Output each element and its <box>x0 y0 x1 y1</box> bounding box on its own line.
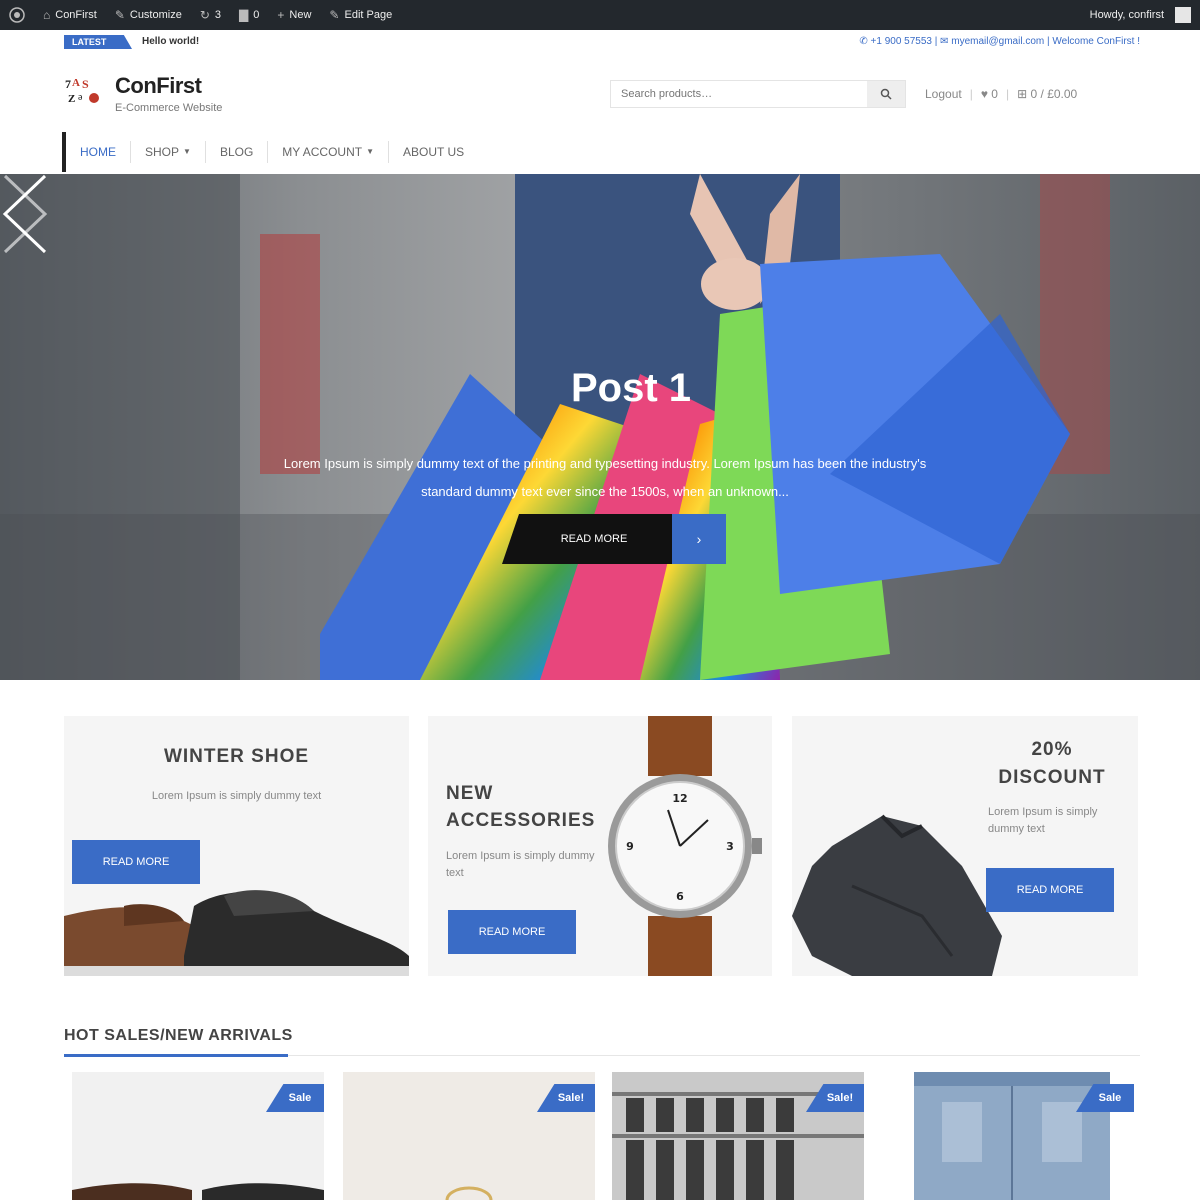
promo-text: Lorem Ipsum is simply dummy text <box>151 790 322 802</box>
top-info-bar: LATEST Hello world! ✆ +1 900 57553 | ✉ m… <box>0 30 1200 56</box>
cart-total: 0 / £0.00 <box>1030 87 1078 101</box>
section-heading: HOT SALES/NEW ARRIVALS <box>64 1022 1140 1057</box>
nav-item-home[interactable]: HOME <box>66 141 131 163</box>
admin-updates-count: 3 <box>214 9 222 21</box>
promo-card-winter-shoe: WINTER SHOE Lorem Ipsum is simply dummy … <box>64 716 409 976</box>
nav-label: ABOUT US <box>403 145 465 159</box>
slide-text: Lorem Ipsum is simply dummy text of the … <box>283 456 927 499</box>
promo-title: WINTER SHOE <box>163 746 310 767</box>
admin-edit-page-label: Edit Page <box>344 9 393 21</box>
arrow-right-icon: › <box>672 514 726 564</box>
slide-read-more-button[interactable]: READ MORE › <box>502 514 726 564</box>
svg-text:3: 3 <box>726 840 734 853</box>
header-links: Logout | ♥ 0 | ⊞ 0 / £0.00 <box>925 87 1077 101</box>
site-title[interactable]: ConFirst <box>115 73 202 99</box>
admin-comments-count: 0 <box>253 9 260 21</box>
promo-text: Lorem Ipsum is simply dummy text <box>446 850 595 879</box>
cart-link[interactable]: ⊞ 0 / £0.00 <box>1017 87 1077 101</box>
svg-text:6: 6 <box>676 890 684 903</box>
nav-label: MY ACCOUNT <box>282 145 363 159</box>
admin-customize-label: Customize <box>129 9 182 21</box>
cart-icon: ⊞ <box>1017 87 1028 101</box>
wishlist-count: 0 <box>991 87 998 101</box>
svg-text:Z: Z <box>68 93 75 105</box>
section-title: HOT SALES/NEW ARRIVALS <box>64 1027 293 1044</box>
product-card[interactable]: Sale <box>72 1072 324 1200</box>
product-card[interactable]: Sale <box>882 1072 1134 1200</box>
nav-item-my-account[interactable]: MY ACCOUNT ▼ <box>268 141 390 163</box>
chevron-down-icon: ▼ <box>183 147 191 156</box>
admin-howdy: Howdy, confirst <box>1089 9 1164 21</box>
contact-info: ✆ +1 900 57553 | ✉ myemail@gmail.com | W… <box>859 36 1140 47</box>
promo-title: NEW ACCESSORIES <box>446 783 596 831</box>
svg-text:S: S <box>82 77 89 91</box>
search-icon <box>880 88 892 100</box>
promo-read-more-button[interactable]: READ MORE <box>986 868 1114 912</box>
promo-card-discount: 20% DISCOUNT Lorem Ipsum is simply dummy… <box>792 716 1138 976</box>
svg-text:7: 7 <box>65 77 71 91</box>
plus-icon: + <box>277 8 285 22</box>
wishlist-link[interactable]: ♥ 0 <box>981 87 998 101</box>
read-more-label: READ MORE <box>502 514 672 564</box>
slide-title: Post 1 <box>570 366 692 410</box>
svg-text:9: 9 <box>626 840 634 853</box>
promo-title: 20% DISCOUNT <box>998 739 1106 788</box>
section-underline <box>64 1054 288 1057</box>
nav-label: BLOG <box>219 145 254 159</box>
site-tagline: E-Commerce Website <box>115 102 223 114</box>
hero-image <box>0 174 1200 680</box>
admin-comments-link[interactable]: ▇ 0 <box>230 0 268 30</box>
promo-read-more-button[interactable]: READ MORE <box>448 910 576 954</box>
admin-site-link[interactable]: ⌂ ConFirst <box>34 0 106 30</box>
home-icon: ⌂ <box>43 8 51 22</box>
admin-site-name: ConFirst <box>55 9 97 21</box>
latest-badge: LATEST <box>64 35 132 49</box>
svg-text:12: 12 <box>672 792 687 805</box>
nav-item-blog[interactable]: BLOG <box>206 141 269 163</box>
product-card[interactable]: Sale! <box>343 1072 595 1200</box>
comment-icon: ▇ <box>239 8 249 22</box>
site-logo-icon[interactable]: 7 A S Z ə <box>64 74 102 106</box>
svg-text:A: A <box>72 77 80 89</box>
svg-text:ə: ə <box>78 92 83 103</box>
hero-slider <box>0 174 1200 680</box>
watch-image: 12 3 6 9 <box>608 716 762 976</box>
updates-icon: ↻ <box>199 8 210 22</box>
admin-updates-link[interactable]: ↻ 3 <box>191 0 230 30</box>
nav-item-shop[interactable]: SHOP ▼ <box>131 141 206 163</box>
admin-customize-link[interactable]: ✎ Customize <box>106 0 191 30</box>
admin-edit-page-link[interactable]: ✎ Edit Page <box>320 0 401 30</box>
nav-label: HOME <box>80 145 116 159</box>
admin-new-label: New <box>289 9 312 21</box>
wordpress-logo-icon[interactable] <box>0 0 34 30</box>
avatar <box>1175 7 1191 23</box>
pencil-icon: ✎ <box>329 8 340 22</box>
divider: | <box>1005 87 1010 101</box>
admin-new-link[interactable]: + New <box>268 0 320 30</box>
search-form <box>610 80 906 108</box>
nav-item-about-us[interactable]: ABOUT US <box>389 141 478 163</box>
product-card[interactable]: Sale! <box>612 1072 864 1200</box>
search-button[interactable] <box>867 81 905 107</box>
nav-label: SHOP <box>145 145 180 159</box>
slider-next-arrow-icon[interactable] <box>0 174 50 254</box>
admin-account-menu[interactable]: Howdy, confirst <box>1081 0 1200 30</box>
heart-icon: ♥ <box>980 87 988 101</box>
logout-link[interactable]: Logout <box>925 87 962 101</box>
news-ticker-link[interactable]: Hello world! <box>142 36 199 47</box>
search-input[interactable] <box>611 81 867 107</box>
divider: | <box>969 87 973 101</box>
promo-read-more-button[interactable]: READ MORE <box>72 840 200 884</box>
brush-icon: ✎ <box>114 8 125 22</box>
admin-bar: ⌂ ConFirst ✎ Customize ↻ 3 ▇ 0 + New ✎ E… <box>0 0 1200 30</box>
main-navigation: HOME SHOP ▼ BLOG MY ACCOUNT ▼ ABOUT US <box>62 132 1140 172</box>
chevron-down-icon: ▼ <box>366 147 375 156</box>
site-header: 7 A S Z ə ConFirst E-Commerce Website Lo… <box>0 60 1200 130</box>
promo-card-new-accessories: NEW ACCESSORIES Lorem Ipsum is simply du… <box>428 716 772 976</box>
